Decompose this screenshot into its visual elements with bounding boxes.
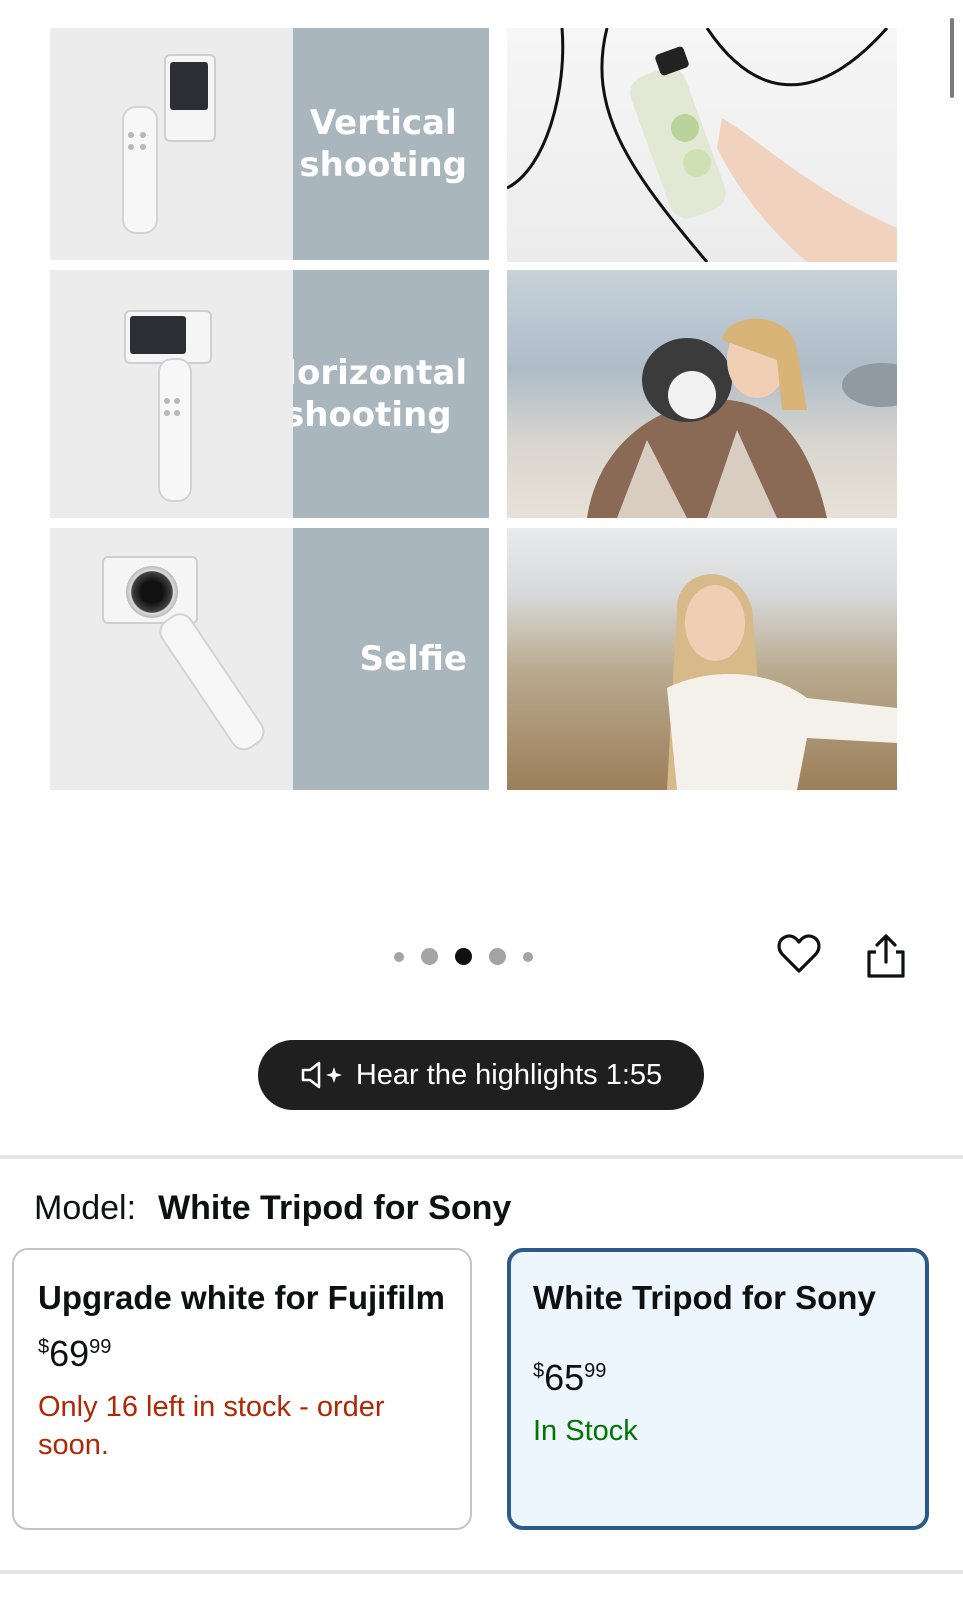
heart-icon[interactable] xyxy=(775,930,823,978)
product-image-gallery[interactable]: Vertical shooting Horizontal shooting xyxy=(50,28,915,808)
vertical-shooting-label: Vertical shooting xyxy=(299,103,467,185)
option-price: $6599 xyxy=(533,1357,607,1398)
tripod-horizontal-image xyxy=(50,270,295,518)
speaker-sparkle-icon xyxy=(301,1061,342,1089)
model-option-fujifilm[interactable]: Upgrade white for Fujifilm $6999 Only 16… xyxy=(12,1248,472,1530)
tripod-selfie-image xyxy=(50,528,295,790)
woman-selfie-photo xyxy=(507,528,897,790)
share-icon[interactable] xyxy=(862,930,910,982)
woman-with-husky-photo xyxy=(507,270,897,518)
model-label: Model: xyxy=(34,1189,137,1227)
carousel-dot[interactable] xyxy=(523,951,533,962)
carousel-dot[interactable] xyxy=(421,948,438,965)
hear-highlights-label: Hear the highlights 1:55 xyxy=(355,1058,663,1091)
selected-model-value: White Tripod for Sony xyxy=(158,1189,512,1227)
carousel-dot-active[interactable] xyxy=(455,948,472,965)
model-option-sony-selected[interactable]: White Tripod for Sony $6599 In Stock xyxy=(507,1248,929,1530)
carousel-dots[interactable] xyxy=(394,948,533,965)
label-panel-selfie: Selfie xyxy=(293,528,489,790)
label-panel-horizontal: Horizontal shooting xyxy=(293,270,489,518)
option-title: White Tripod for Sony xyxy=(533,1279,876,1316)
scrollbar[interactable] xyxy=(950,18,954,98)
model-selector-heading: Model: White Tripod for Sony xyxy=(34,1188,511,1228)
hear-highlights-button[interactable]: Hear the highlights 1:55 xyxy=(258,1040,704,1110)
bottle-photo xyxy=(507,28,897,262)
carousel-dot[interactable] xyxy=(489,948,506,965)
option-price: $6999 xyxy=(38,1333,112,1374)
section-divider xyxy=(0,1570,963,1574)
horizontal-shooting-label: Horizontal shooting xyxy=(293,353,467,435)
stock-status: Only 16 left in stock - order soon. xyxy=(38,1391,385,1461)
stock-status: In Stock xyxy=(533,1415,638,1447)
section-divider xyxy=(0,1155,963,1159)
label-panel-vertical: Vertical shooting xyxy=(293,28,489,260)
carousel-dot[interactable] xyxy=(394,951,404,962)
tripod-vertical-image xyxy=(50,28,295,260)
selfie-label: Selfie xyxy=(359,639,467,679)
option-title: Upgrade white for Fujifilm xyxy=(38,1279,446,1316)
